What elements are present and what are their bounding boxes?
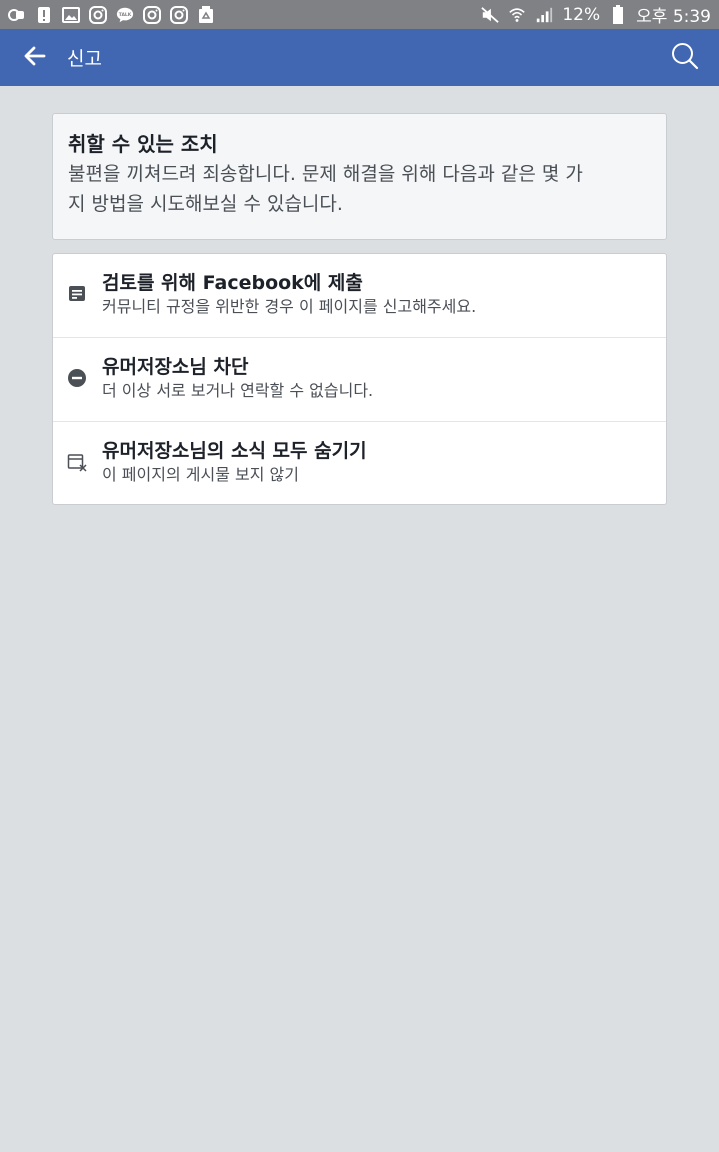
- option-text: 검토를 위해 Facebook에 제출 커뮤니티 규정을 위반한 경우 이 페이…: [102, 270, 656, 318]
- instagram-icon: [143, 5, 161, 24]
- app-notification-icon: [8, 6, 26, 24]
- svg-text:TALK: TALK: [119, 11, 132, 17]
- wifi-icon: [508, 6, 526, 24]
- signal-icon: [535, 6, 553, 24]
- back-button[interactable]: [20, 43, 50, 73]
- option-block-page[interactable]: 유머저장소님 차단 더 이상 서로 보거나 연락할 수 없습니다.: [53, 338, 666, 422]
- option-text: 유머저장소님 차단 더 이상 서로 보거나 연락할 수 없습니다.: [102, 354, 656, 402]
- battery-percent: 12%: [562, 4, 601, 25]
- block-icon: [67, 368, 87, 388]
- option-subtitle: 더 이상 서로 보거나 연락할 수 없습니다.: [102, 381, 374, 400]
- battery-icon: [609, 4, 627, 24]
- info-description-line-2: 지 방법을 시도해보실 수 있습니다.: [68, 193, 343, 215]
- option-title: 검토를 위해 Facebook에 제출: [102, 272, 363, 294]
- status-left-icons: TALK: [8, 5, 215, 24]
- options-list: 검토를 위해 Facebook에 제출 커뮤니티 규정을 위반한 경우 이 페이…: [52, 253, 667, 505]
- clock: 오후 5:39: [636, 7, 711, 27]
- option-hide-all-posts[interactable]: 유머저장소님의 소식 모두 숨기기 이 페이지의 게시물 보지 않기: [53, 422, 666, 506]
- option-subtitle: 커뮤니티 규정을 위반한 경우 이 페이지를 신고해주세요.: [102, 297, 477, 316]
- info-description: 불편을 끼쳐드려 죄송합니다. 문제 해결을 위해 다음과 같은 몇 가 지 방…: [68, 159, 651, 219]
- page-title: 신고: [67, 48, 102, 70]
- report-document-icon: [67, 284, 87, 304]
- status-bar: TALK 12% 오후 5:39: [0, 0, 719, 29]
- search-icon: [670, 41, 700, 75]
- mute-icon: [481, 6, 500, 24]
- app-bar: 신고: [0, 29, 719, 86]
- recycle-icon: [197, 5, 215, 24]
- info-card: 취할 수 있는 조치 불편을 끼쳐드려 죄송합니다. 문제 해결을 위해 다음과…: [52, 113, 667, 240]
- option-subtitle: 이 페이지의 게시물 보지 않기: [102, 465, 299, 484]
- gallery-icon: [62, 6, 80, 24]
- hide-feed-icon: [67, 452, 87, 472]
- back-arrow-icon: [24, 46, 46, 70]
- talk-icon: TALK: [116, 6, 134, 24]
- alert-icon: [35, 6, 53, 24]
- info-title: 취할 수 있는 조치: [68, 132, 218, 156]
- info-description-line-1: 불편을 끼쳐드려 죄송합니다. 문제 해결을 위해 다음과 같은 몇 가: [68, 163, 583, 185]
- search-button[interactable]: [667, 40, 703, 76]
- instagram-icon: [89, 5, 107, 24]
- option-title: 유머저장소님 차단: [102, 356, 249, 378]
- instagram-icon: [170, 5, 188, 24]
- option-title: 유머저장소님의 소식 모두 숨기기: [102, 440, 367, 462]
- status-right-icons: 12% 오후 5:39: [481, 2, 711, 27]
- option-text: 유머저장소님의 소식 모두 숨기기 이 페이지의 게시물 보지 않기: [102, 438, 656, 486]
- option-report-to-facebook[interactable]: 검토를 위해 Facebook에 제출 커뮤니티 규정을 위반한 경우 이 페이…: [53, 254, 666, 338]
